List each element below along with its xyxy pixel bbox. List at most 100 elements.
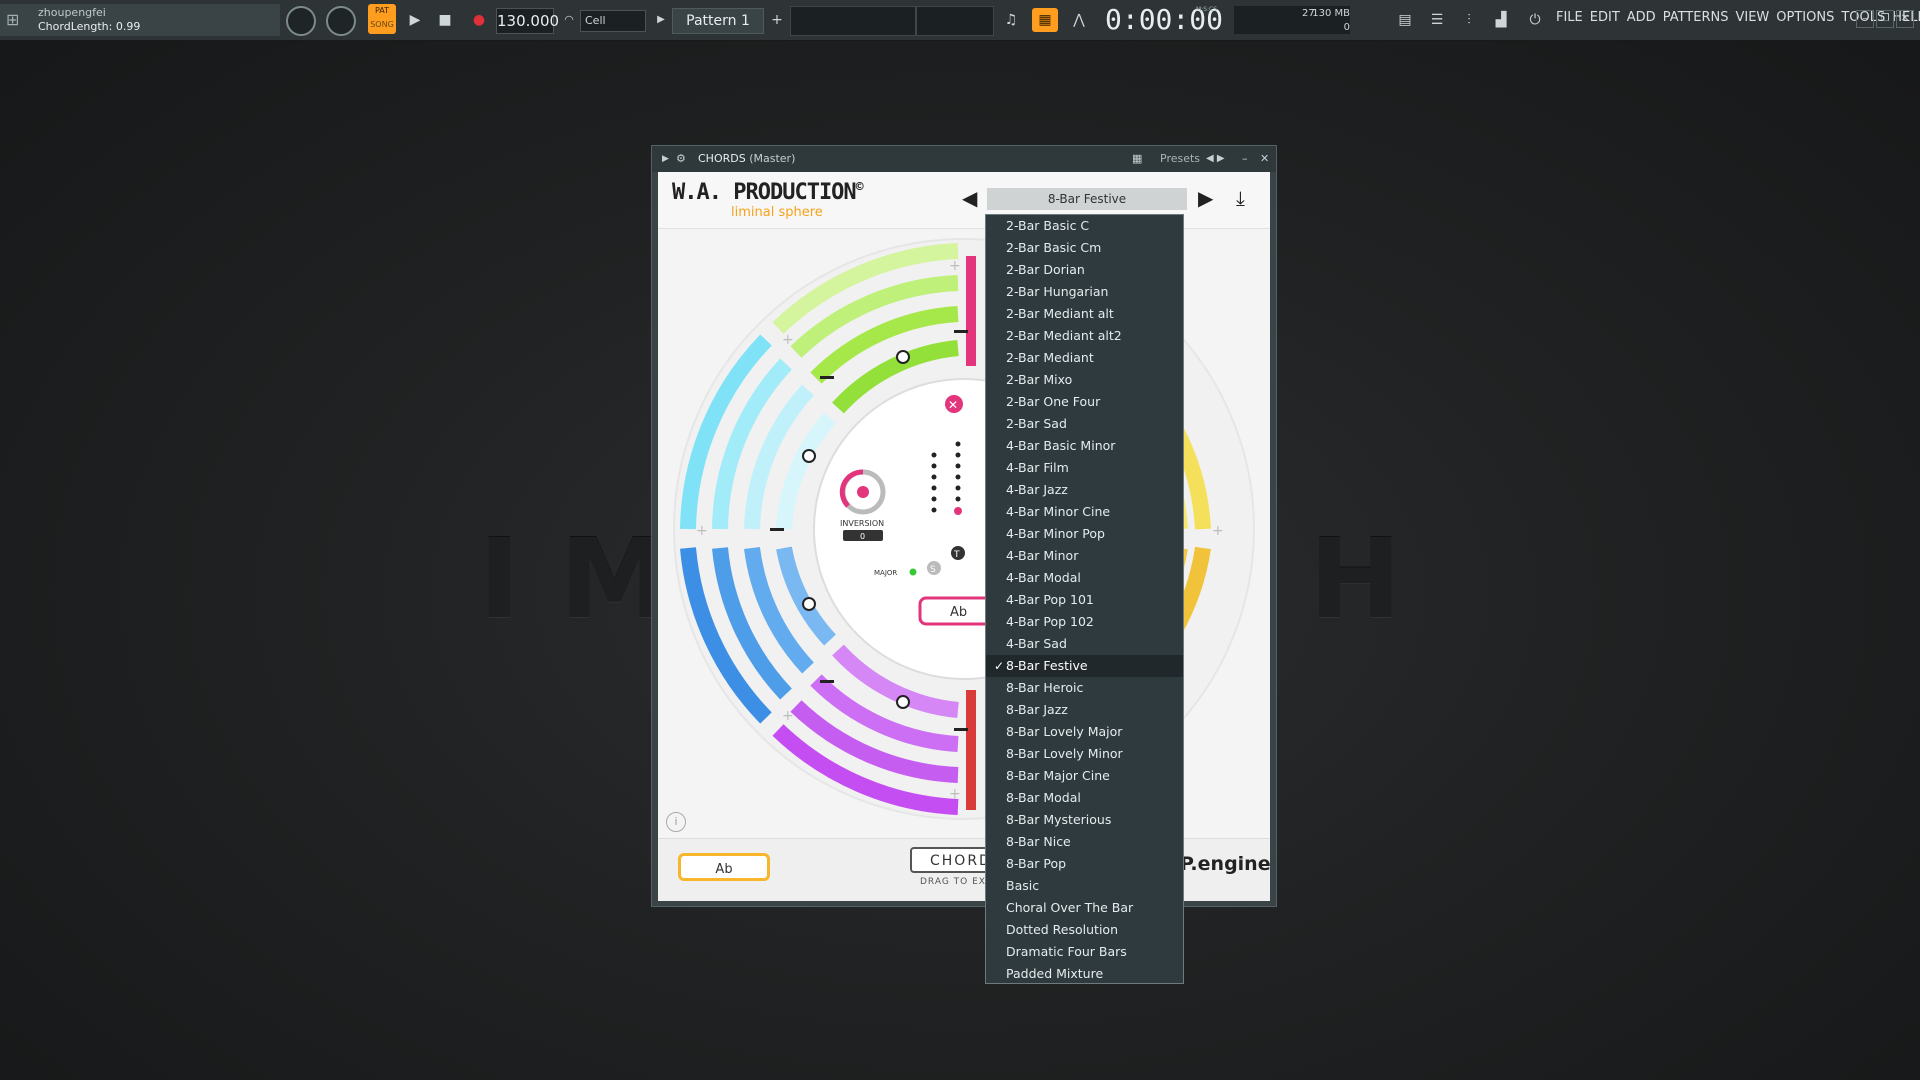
keyboard-grid-icon[interactable]: ▦ — [1132, 146, 1142, 172]
preset-menu-item[interactable]: 8-Bar Jazz — [986, 699, 1183, 721]
preset-menu-item[interactable]: 4-Bar Minor Pop — [986, 523, 1183, 545]
preset-menu-item[interactable]: 4-Bar Pop 102 — [986, 611, 1183, 633]
power-icon[interactable]: ⏻ — [1522, 8, 1548, 32]
preset-menu-item-label: Dramatic Four Bars — [1006, 944, 1127, 959]
preset-menu-item-label: 2-Bar Mediant — [1006, 350, 1094, 365]
menu-file[interactable]: FILE — [1556, 10, 1583, 25]
preset-menu-item-label: 4-Bar Jazz — [1006, 482, 1068, 497]
add-pattern-button[interactable]: + — [764, 8, 790, 32]
hint-icon[interactable]: ⊞ — [6, 10, 26, 30]
playlist-icon[interactable]: ▤ — [1392, 8, 1418, 32]
preset-dropdown-menu[interactable]: 2-Bar Basic C 2-Bar Basic Cm 2-Bar Dorian 2… — [985, 214, 1184, 984]
preset-menu-item[interactable]: 2-Bar One Four — [986, 391, 1183, 413]
svg-text:+: + — [1212, 523, 1224, 539]
preset-menu-item[interactable]: 8-Bar Major Cine — [986, 765, 1183, 787]
gear-icon[interactable]: ⚙ — [676, 146, 686, 172]
preset-menu-item-label: 4-Bar Pop 102 — [1006, 614, 1094, 629]
preset-menu-item[interactable]: 4-Bar Modal — [986, 567, 1183, 589]
preset-menu-item[interactable]: 2-Bar Mediant — [986, 347, 1183, 369]
preset-menu-item[interactable]: 2-Bar Mediant alt — [986, 303, 1183, 325]
pat-song-toggle[interactable]: PAT SONG — [368, 4, 396, 34]
preset-menu-item-label: 8-Bar Jazz — [1006, 702, 1068, 717]
preset-menu-item[interactable]: 8-Bar Heroic — [986, 677, 1183, 699]
typing-keyboard-icon[interactable]: ♫ — [998, 8, 1024, 32]
plugin-title-name: CHORDS — [698, 152, 746, 165]
segment-red[interactable] — [966, 690, 976, 810]
preset-menu-item[interactable]: 4-Bar Pop 101 — [986, 589, 1183, 611]
menu-edit[interactable]: EDIT — [1590, 10, 1620, 25]
presets-label[interactable]: Presets — [1160, 146, 1200, 172]
preset-menu-item[interactable]: 2-Bar Basic C — [986, 215, 1183, 237]
preset-menu-item[interactable]: 8-Bar Nice — [986, 831, 1183, 853]
tempo-display[interactable]: 130.000 — [496, 8, 559, 34]
pattern-prev-icon[interactable]: ▶ — [648, 8, 674, 32]
preset-menu-item[interactable]: Padded Mixture — [986, 963, 1183, 985]
plugin-title-suffix: (Master) — [749, 152, 796, 165]
svg-text:+: + — [782, 332, 794, 348]
memory-value: 130 MB — [1312, 8, 1350, 19]
info-icon[interactable]: i — [666, 812, 686, 832]
download-icon[interactable]: ⤓ — [1236, 186, 1245, 210]
checkmark-icon: ✓ — [994, 659, 1005, 673]
preset-menu-item-label: 8-Bar Lovely Major — [1006, 724, 1123, 739]
preset-menu-item[interactable]: 8-Bar Lovely Minor — [986, 743, 1183, 765]
preset-menu-item[interactable]: 8-Bar Mysterious — [986, 809, 1183, 831]
preset-menu-item[interactable]: 2-Bar Dorian — [986, 259, 1183, 281]
preset-selector[interactable]: 8-Bar Festive — [987, 188, 1187, 210]
preset-menu-item[interactable]: 4-Bar Minor Cine — [986, 501, 1183, 523]
expand-arrow-icon[interactable]: ▶ — [662, 146, 669, 172]
close-icon[interactable]: ✕ — [1896, 10, 1914, 28]
play-button[interactable]: ▶ — [402, 8, 428, 32]
record-button[interactable]: ● — [466, 8, 492, 32]
preset-menu-item[interactable]: 2-Bar Basic Cm — [986, 237, 1183, 259]
pattern-selector[interactable]: Pattern 1 — [672, 8, 764, 34]
menu-view[interactable]: VIEW — [1735, 10, 1769, 25]
polyphony-value: 0 — [1343, 22, 1350, 33]
preset-menu-item[interactable]: 4-Bar Film — [986, 457, 1183, 479]
preset-menu-item[interactable]: 8-Bar Pop — [986, 853, 1183, 875]
inversion-label: INVERSION — [840, 519, 884, 528]
preset-menu-item[interactable]: Dotted Resolution — [986, 919, 1183, 941]
step-edit-icon[interactable]: ▦ — [1032, 8, 1058, 32]
major-indicator[interactable] — [909, 568, 917, 576]
preset-next-icon[interactable]: ▶ — [1198, 186, 1213, 210]
preset-menu-item[interactable]: Basic — [986, 875, 1183, 897]
preset-menu-item[interactable]: 4-Bar Jazz — [986, 479, 1183, 501]
preset-menu-item[interactable]: 2-Bar Mixo — [986, 369, 1183, 391]
preset-menu-item[interactable]: 2-Bar Mediant alt2 — [986, 325, 1183, 347]
preset-menu-item[interactable]: 2-Bar Sad — [986, 413, 1183, 435]
minimize-icon[interactable]: – — [1856, 10, 1874, 28]
menu-patterns[interactable]: PATTERNS — [1663, 10, 1729, 25]
preset-menu-item-label: 8-Bar Festive — [1006, 658, 1088, 673]
preset-menu-item[interactable]: 4-Bar Sad — [986, 633, 1183, 655]
menu-add[interactable]: ADD — [1627, 10, 1656, 25]
plugin-minimize-icon[interactable]: – — [1242, 146, 1248, 172]
preset-menu-item[interactable]: 4-Bar Minor — [986, 545, 1183, 567]
preset-menu-item[interactable]: 2-Bar Hungarian — [986, 281, 1183, 303]
piano-roll-icon[interactable]: ▟ — [1488, 8, 1514, 32]
preset-prev-next-icon[interactable]: ◀ ▶ — [1206, 146, 1225, 172]
preset-menu-item[interactable]: 8-Bar Modal — [986, 787, 1183, 809]
key-selector[interactable]: Ab — [678, 853, 770, 881]
preset-menu-item[interactable]: ✓ 8-Bar Festive — [986, 655, 1183, 677]
mixer-icon[interactable]: ⫶ — [1456, 8, 1482, 32]
preset-menu-item[interactable]: Choral Over The Bar — [986, 897, 1183, 919]
stop-button[interactable]: ■ — [432, 8, 458, 32]
master-volume-knob[interactable] — [286, 6, 316, 36]
metronome-icon[interactable]: ◠ — [556, 8, 582, 32]
master-pitch-knob[interactable] — [326, 6, 356, 36]
preset-menu-item[interactable]: 4-Bar Basic Minor — [986, 435, 1183, 457]
segment-pink[interactable] — [966, 256, 976, 366]
plugin-title-bar[interactable]: ▶ ⚙ CHORDS (Master) ▦ Presets ◀ ▶ – ✕ — [652, 146, 1276, 172]
channel-rack-icon[interactable]: ☰ — [1424, 8, 1450, 32]
blend-notes-icon[interactable]: ⋀ — [1066, 8, 1092, 32]
preset-menu-item-label: 8-Bar Mysterious — [1006, 812, 1112, 827]
snap-selector[interactable]: Cell — [580, 10, 646, 32]
menu-options[interactable]: OPTIONS — [1776, 10, 1834, 25]
song-position-slider[interactable] — [790, 6, 916, 36]
restore-icon[interactable]: ❐ — [1876, 10, 1894, 28]
preset-menu-item[interactable]: 8-Bar Lovely Major — [986, 721, 1183, 743]
preset-prev-icon[interactable]: ◀ — [962, 186, 977, 210]
preset-menu-item[interactable]: Dramatic Four Bars — [986, 941, 1183, 963]
plugin-close-icon[interactable]: ✕ — [1260, 146, 1269, 172]
